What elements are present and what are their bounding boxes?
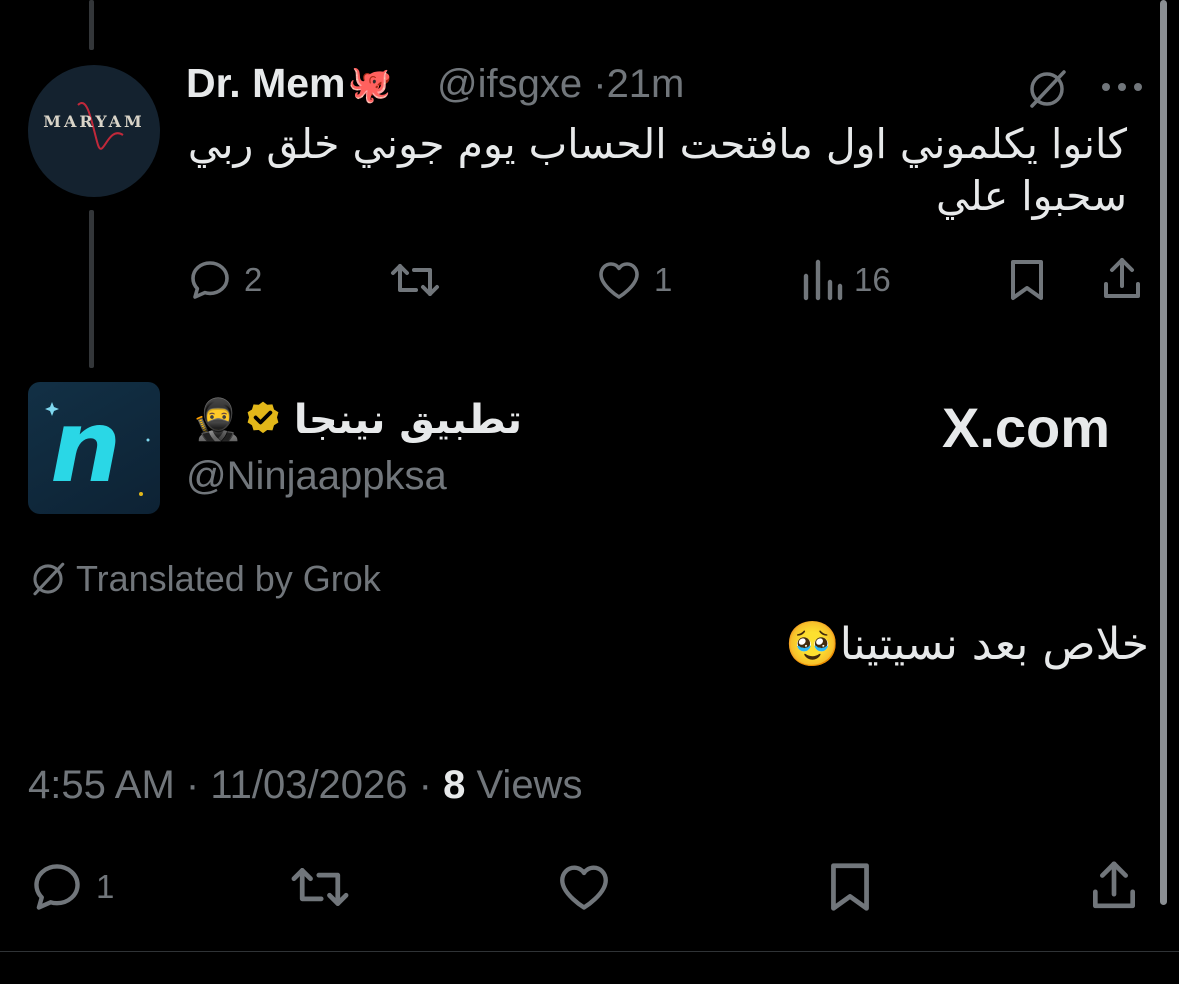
avatar[interactable]: MARYAM <box>28 65 160 197</box>
tweet-text: كانوا يكلموني اول مافتحت الحساب يوم جوني… <box>187 120 1127 220</box>
display-name[interactable]: Dr. Mem <box>186 60 346 107</box>
tweet-date[interactable]: 11/03/2026 <box>210 763 407 807</box>
bookmark-icon <box>1011 260 1043 300</box>
translated-by-grok[interactable]: Translated by Grok <box>28 558 381 600</box>
reply-count: 1 <box>96 868 115 905</box>
tweet-meta: 4:55 AM · 11/03/2026 · 8 Views <box>28 763 583 807</box>
like-button[interactable] <box>554 858 614 916</box>
author-handle[interactable]: @Ninjaappksa <box>186 454 447 499</box>
grok-icon[interactable] <box>1024 66 1070 117</box>
views-count: 8 <box>443 763 466 807</box>
like-count: 1 <box>654 261 673 298</box>
avatar-scribble-icon <box>77 102 124 150</box>
author-handle-time[interactable]: @ifsgxe ·21m <box>437 62 684 107</box>
app-logo-n-icon: n <box>50 388 122 505</box>
reply-button[interactable]: 2 <box>186 256 262 304</box>
tweet-time[interactable]: 21m <box>607 62 685 106</box>
like-icon <box>599 262 639 299</box>
more-icon[interactable] <box>1100 70 1144 93</box>
bookmark-button[interactable] <box>824 858 876 916</box>
views-label: Views <box>476 763 583 807</box>
source-watermark: X.com <box>942 396 1111 459</box>
reply-button[interactable]: 1 <box>28 858 114 916</box>
dot-separator: · <box>593 62 607 106</box>
author-name[interactable]: تطبيق نينجا 🥷 <box>186 396 522 444</box>
retweet-icon <box>291 868 349 906</box>
app-avatar[interactable]: n <box>28 382 160 514</box>
share-button[interactable] <box>1086 856 1142 916</box>
retweet-icon <box>391 264 439 296</box>
reply-icon <box>34 864 80 910</box>
author-name[interactable]: Dr. Mem 🐙 <box>186 60 392 107</box>
pleading-face-emoji: 🥹 <box>785 619 840 670</box>
verified-badge-icon <box>247 401 279 433</box>
avatar-brand-text: MARYAM <box>43 112 145 131</box>
display-name[interactable]: تطبيق نينجا <box>294 397 522 443</box>
reply-icon <box>191 261 229 299</box>
bookmark-icon <box>831 863 869 911</box>
divider <box>0 951 1179 952</box>
author-handle[interactable]: @ifsgxe <box>437 62 582 106</box>
tweet-text-body: خلاص بعد نسيتينا <box>839 619 1149 670</box>
thread-line-top <box>89 0 94 50</box>
tweet-text: خلاص بعد نسيتينا🥹 <box>785 618 1149 670</box>
share-icon <box>1104 258 1140 298</box>
retweet-button[interactable] <box>288 858 352 916</box>
tweet-time[interactable]: 4:55 AM <box>28 763 175 807</box>
views-button[interactable]: 16 <box>800 256 891 304</box>
scrollbar[interactable] <box>1160 0 1167 905</box>
views-icon <box>803 259 843 301</box>
share-icon <box>1093 861 1135 909</box>
translated-label: Translated by Grok <box>76 558 381 599</box>
like-button[interactable]: 1 <box>594 256 672 304</box>
grok-icon <box>33 562 65 596</box>
thread-line <box>89 210 94 368</box>
reply-count: 2 <box>244 261 263 298</box>
retweet-button[interactable] <box>388 256 442 304</box>
share-button[interactable] <box>1098 254 1146 304</box>
octopus-emoji: 🐙 <box>347 62 393 104</box>
ninja-emoji: 🥷 <box>192 397 242 443</box>
bookmark-button[interactable] <box>1004 256 1050 304</box>
views-count: 16 <box>854 261 891 298</box>
like-icon <box>560 865 608 910</box>
